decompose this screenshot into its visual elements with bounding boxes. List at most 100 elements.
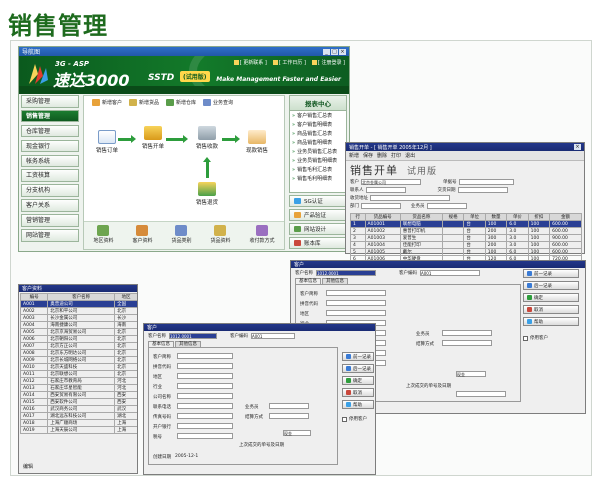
title-bar[interactable]: 客户资料: [19, 285, 137, 292]
payment-select[interactable]: 现金: [283, 430, 311, 436]
pinyin-field[interactable]: [326, 300, 386, 306]
customer-id-field[interactable]: A001: [251, 333, 295, 339]
nav-item-cash-bank[interactable]: 现金银行: [21, 139, 79, 153]
table-row[interactable]: A017 湖北远东科技公司 湖北: [19, 412, 137, 420]
goods-category-button[interactable]: 货品类别: [171, 225, 192, 249]
nav-item-payroll[interactable]: 工资核算: [21, 169, 79, 182]
company-field[interactable]: [177, 393, 233, 399]
salesperson-select[interactable]: [442, 330, 492, 336]
table-row[interactable]: 4 A01004 佳能打印 台 200 3.0 100 600.00: [350, 241, 582, 249]
report-item[interactable]: » 客户销售汇总表: [290, 111, 346, 120]
short-name-field[interactable]: [326, 290, 386, 296]
prev-record-button[interactable]: 前一记录: [342, 352, 374, 361]
product-verify-button[interactable]: 产品验证: [289, 209, 347, 221]
disable-checkbox[interactable]: 停用客户: [342, 416, 374, 422]
disable-checkbox[interactable]: 停用客户: [523, 335, 579, 341]
nav-item-crm[interactable]: 客户关系: [21, 199, 79, 212]
cancel-button[interactable]: 取消: [342, 388, 374, 397]
table-row[interactable]: A014 西安贸易有限公司 西安: [19, 391, 137, 399]
nav-item-accounting[interactable]: 帐务系统: [21, 154, 79, 168]
quick-new-goods[interactable]: 新增货品: [129, 99, 159, 106]
payment-select[interactable]: 现金: [456, 371, 486, 377]
report-item[interactable]: » 销售毛利明细表: [290, 174, 346, 183]
customer-name-field[interactable]: 1012.0001: [316, 270, 376, 276]
region-field[interactable]: [326, 310, 386, 316]
table-row[interactable]: A005 北京京海贸易公司 北京: [19, 328, 137, 336]
cancel-button[interactable]: 取消: [523, 305, 579, 314]
industry-field[interactable]: [177, 383, 233, 389]
flow-sales-return[interactable]: 销售退货: [188, 182, 226, 206]
fax-field[interactable]: [177, 413, 233, 419]
doc-no-field[interactable]: [458, 179, 514, 185]
department-field[interactable]: [361, 203, 401, 209]
last-deal-field[interactable]: [456, 391, 506, 397]
nav-item-website[interactable]: 网站管理: [21, 229, 79, 242]
sg-cert-button[interactable]: SG认证: [289, 195, 347, 207]
nav-item-purchase[interactable]: 采购管理: [21, 95, 79, 108]
settlement-select[interactable]: [442, 340, 492, 346]
maximize-icon[interactable]: □: [331, 48, 338, 55]
toolbar-new[interactable]: 新增: [349, 152, 359, 159]
table-row[interactable]: A010 北京天盛科技 北京: [19, 363, 137, 371]
goods-data-button[interactable]: 货品资料: [210, 225, 231, 249]
edit-button[interactable]: 编辑: [23, 463, 33, 470]
nav-item-warehouse[interactable]: 仓库管理: [21, 124, 79, 138]
table-row[interactable]: A016 武汉商务公司 武汉: [19, 405, 137, 413]
ledger-button[interactable]: 账本库: [289, 237, 347, 249]
help-button[interactable]: 帮助: [342, 400, 374, 409]
close-icon[interactable]: ×: [339, 48, 346, 55]
table-row[interactable]: A019 上海天辰公司 上海: [19, 426, 137, 434]
table-row[interactable]: 1 A01001 联想电脑台 100 6.0 100 600.00: [350, 220, 582, 228]
next-record-button[interactable]: 后一记录: [523, 281, 579, 290]
customer-data-button[interactable]: 客户资料: [132, 225, 153, 249]
customer-field[interactable]: 北京金属公司: [361, 179, 421, 185]
toolbar-exit[interactable]: 退出: [405, 152, 415, 159]
table-row[interactable]: A002 北京和平公司 北京: [19, 307, 137, 315]
contact-field[interactable]: [365, 187, 406, 193]
report-item[interactable]: » 商品销售明细表: [290, 138, 346, 147]
table-row[interactable]: A001 奥普迪公司 全国: [19, 300, 137, 308]
short-name-field[interactable]: [177, 353, 233, 359]
help-button[interactable]: 帮助: [523, 317, 579, 326]
salesperson-field[interactable]: [426, 203, 467, 209]
toolbar-save[interactable]: 保存: [363, 152, 373, 159]
table-row[interactable]: A011 北京联想公司 北京: [19, 370, 137, 378]
flow-sales-receipt[interactable]: 销售收款: [188, 126, 226, 150]
table-row[interactable]: A018 上海广顺商场 上海: [19, 419, 137, 427]
table-row[interactable]: A013 石家庄华星智能 河北: [19, 384, 137, 392]
nav-item-marketing[interactable]: 营销管理: [21, 214, 79, 227]
next-record-button[interactable]: 后一记录: [342, 364, 374, 373]
customer-name-field[interactable]: 1012.0001: [169, 333, 217, 339]
table-row[interactable]: A012 石家庄市教育局 河北: [19, 377, 137, 385]
quick-new-customer[interactable]: 新增客户: [92, 99, 122, 106]
title-bar[interactable]: 客户: [144, 324, 375, 331]
quick-query[interactable]: 业务查询: [203, 99, 233, 106]
report-item[interactable]: » 商品销售汇总表: [290, 129, 346, 138]
address-field[interactable]: [370, 195, 450, 201]
title-bar[interactable]: 导航图 _ □ ×: [19, 47, 349, 56]
report-item[interactable]: » 业务员销售汇总表: [290, 147, 346, 156]
top-link-login[interactable]: [ 注册登录 ]: [311, 59, 345, 66]
top-link-update[interactable]: [ 更新联系 ]: [233, 59, 267, 66]
report-item[interactable]: » 客户销售明细表: [290, 120, 346, 129]
pinyin-field[interactable]: [177, 363, 233, 369]
report-item[interactable]: » 销售毛利汇总表: [290, 165, 346, 174]
nav-item-sales[interactable]: 销售管理: [21, 109, 79, 123]
table-row[interactable]: A004 海南捷康公司 海南: [19, 321, 137, 329]
table-row[interactable]: 5 A01005 戴尔台 100 6.0 100 600.00: [350, 248, 582, 256]
table-row[interactable]: A008 北京东方明达公司 北京: [19, 349, 137, 357]
toolbar-print[interactable]: 打印: [391, 152, 401, 159]
region-field[interactable]: [177, 373, 233, 379]
payment-method-button[interactable]: 收付款方式: [249, 225, 275, 249]
ok-button[interactable]: 确定: [342, 376, 374, 385]
customer-id-field[interactable]: A001: [420, 270, 480, 276]
top-link-calendar[interactable]: [ 工作日历 ]: [272, 59, 306, 66]
table-row[interactable]: A015 西安软件公司 西安: [19, 398, 137, 406]
report-item[interactable]: » 业务员销售明细表: [290, 156, 346, 165]
bank-field[interactable]: [177, 423, 233, 429]
tax-field[interactable]: [177, 433, 233, 439]
settlement-select[interactable]: [269, 413, 309, 419]
prev-record-button[interactable]: 前一记录: [523, 269, 579, 278]
flow-sales-order[interactable]: 销售订单: [88, 130, 126, 154]
table-row[interactable]: 2 A01002 惠普打印机 台 200 3.0 100 600.00: [350, 227, 582, 235]
